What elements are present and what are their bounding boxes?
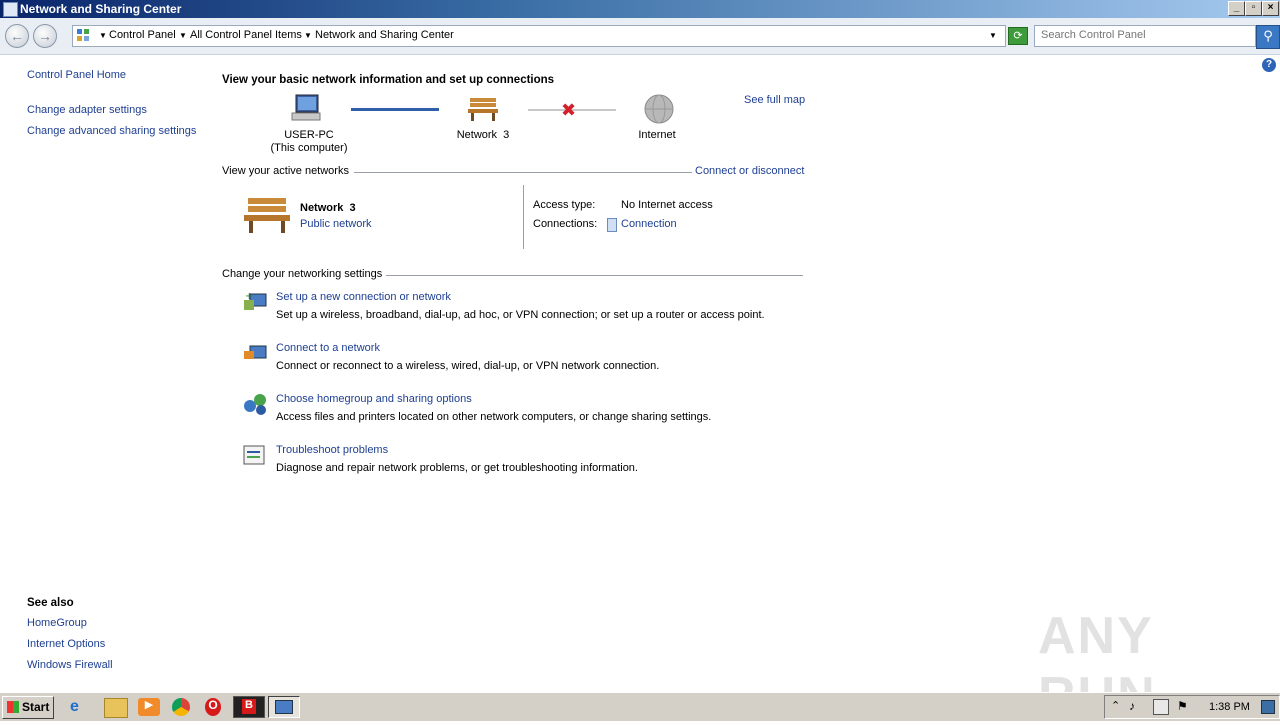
clock[interactable]: 1:38 PM — [1209, 701, 1250, 713]
search-field[interactable] — [1034, 25, 1256, 47]
chevron-down-icon[interactable]: ▼ — [304, 31, 312, 40]
internet-label: Internet — [638, 129, 676, 141]
start-label: Start — [22, 700, 50, 714]
svg-text:+: + — [245, 291, 253, 302]
ie-icon[interactable]: e — [70, 698, 92, 716]
chevron-down-icon[interactable]: ▼ — [179, 31, 187, 40]
computer-sublabel: (This computer) — [270, 142, 348, 154]
breadcrumb-all-items[interactable]: All Control Panel Items — [190, 29, 302, 41]
troubleshoot-icon — [243, 445, 265, 465]
homegroup-desc: Access files and printers located on oth… — [276, 411, 712, 423]
opera-icon[interactable]: O — [205, 698, 221, 716]
see-full-map-link[interactable]: See full map — [744, 94, 805, 106]
minimize-button[interactable]: _ — [1228, 1, 1245, 16]
chevron-down-icon[interactable]: ▼ — [99, 31, 107, 40]
see-also-homegroup[interactable]: HomeGroup — [27, 617, 87, 629]
b-app-icon: B — [242, 699, 256, 714]
section-divider — [386, 275, 803, 276]
search-button[interactable]: ⚲ — [1256, 25, 1280, 49]
computer-label: USER-PC — [284, 129, 334, 141]
window-title: Network and Sharing Center — [20, 2, 182, 16]
connect-disconnect-link[interactable]: Connect or disconnect — [695, 165, 804, 177]
volume-icon[interactable]: ♪ — [1129, 699, 1135, 713]
breadcrumb-current[interactable]: Network and Sharing Center — [315, 29, 454, 41]
see-also-heading: See also — [27, 597, 74, 609]
connect-network-icon — [244, 345, 267, 359]
settings-header: Change your networking settings — [222, 268, 383, 280]
address-bar: ← → ▼ Control Panel ▼ All Control Panel … — [0, 18, 1280, 55]
sidebar-item-adapter-settings[interactable]: Change adapter settings — [27, 104, 147, 116]
connection-link[interactable]: Connection — [621, 218, 677, 230]
windows-logo-icon — [7, 701, 19, 713]
error-x-icon: ✖ — [561, 100, 577, 120]
start-button[interactable]: Start — [2, 696, 54, 719]
public-network-bench-icon — [244, 198, 290, 233]
ethernet-icon — [607, 218, 617, 232]
active-network-name: Network 3 — [300, 202, 356, 214]
setup-connection-link[interactable]: Set up a new connection or network — [276, 291, 451, 303]
see-also-windows-firewall[interactable]: Windows Firewall — [27, 659, 113, 671]
active-networks-header: View your active networks — [222, 165, 349, 177]
help-icon[interactable]: ? — [1262, 58, 1276, 72]
access-type-value: No Internet access — [621, 199, 713, 211]
sidebar-control-panel-home[interactable]: Control Panel Home — [27, 69, 126, 81]
taskbar-app-b[interactable]: B — [233, 696, 265, 718]
taskbar: Start e ▶ O B ⌃ ♪ ⚑ 1:38 PM — [0, 692, 1280, 721]
connections-label: Connections: — [533, 218, 598, 230]
network-type-link[interactable]: Public network — [300, 218, 372, 230]
forward-button[interactable]: → — [33, 24, 57, 48]
close-button[interactable]: × — [1262, 1, 1279, 16]
restore-button[interactable]: ▫ — [1245, 1, 1262, 16]
media-player-icon[interactable]: ▶ — [138, 698, 160, 716]
homegroup-icon — [244, 394, 266, 415]
globe-icon[interactable] — [643, 93, 675, 125]
action-center-flag-icon[interactable]: ⚑ — [1177, 699, 1188, 713]
see-also-internet-options[interactable]: Internet Options — [27, 638, 105, 650]
setup-connection-desc: Set up a wireless, broadband, dial-up, a… — [276, 309, 765, 321]
search-icon: ⚲ — [1263, 28, 1273, 43]
show-desktop-icon[interactable] — [1261, 700, 1275, 714]
connect-network-link[interactable]: Connect to a network — [276, 342, 380, 354]
computer-icon[interactable] — [290, 93, 324, 123]
bench-icon[interactable] — [466, 95, 500, 123]
troubleshoot-desc: Diagnose and repair network problems, or… — [276, 462, 638, 474]
back-button[interactable]: ← — [5, 24, 29, 48]
connect-network-desc: Connect or reconnect to a wireless, wire… — [276, 360, 660, 372]
taskbar-network-center[interactable] — [268, 696, 300, 718]
show-hidden-icons-icon[interactable]: ⌃ — [1111, 699, 1120, 712]
chrome-icon[interactable] — [172, 698, 190, 716]
system-tray: ⌃ ♪ ⚑ 1:38 PM — [1104, 695, 1280, 719]
page-title: View your basic network information and … — [222, 74, 555, 86]
network-center-icon — [275, 700, 293, 714]
breadcrumb-control-panel[interactable]: Control Panel — [109, 29, 176, 41]
network-label: Network 3 — [456, 129, 510, 141]
network-tray-icon[interactable] — [1153, 699, 1169, 715]
breadcrumb[interactable]: ▼ Control Panel ▼ All Control Panel Item… — [72, 25, 1006, 47]
control-panel-icon — [77, 29, 89, 41]
refresh-button[interactable]: ⟳ — [1008, 27, 1028, 45]
network-center-icon — [3, 2, 18, 17]
troubleshoot-link[interactable]: Troubleshoot problems — [276, 444, 388, 456]
section-divider — [354, 172, 692, 173]
explorer-icon[interactable] — [104, 698, 128, 718]
vertical-divider — [523, 185, 524, 249]
search-input[interactable] — [1035, 26, 1241, 44]
sidebar-item-advanced-sharing[interactable]: Change advanced sharing settings — [27, 125, 196, 137]
homegroup-link[interactable]: Choose homegroup and sharing options — [276, 393, 472, 405]
title-bar: Network and Sharing Center _ ▫ × — [0, 0, 1280, 18]
access-type-label: Access type: — [533, 199, 596, 211]
connection-line — [351, 108, 439, 111]
new-connection-icon: + — [244, 291, 267, 310]
history-dropdown-icon[interactable]: ▼ — [989, 31, 997, 40]
